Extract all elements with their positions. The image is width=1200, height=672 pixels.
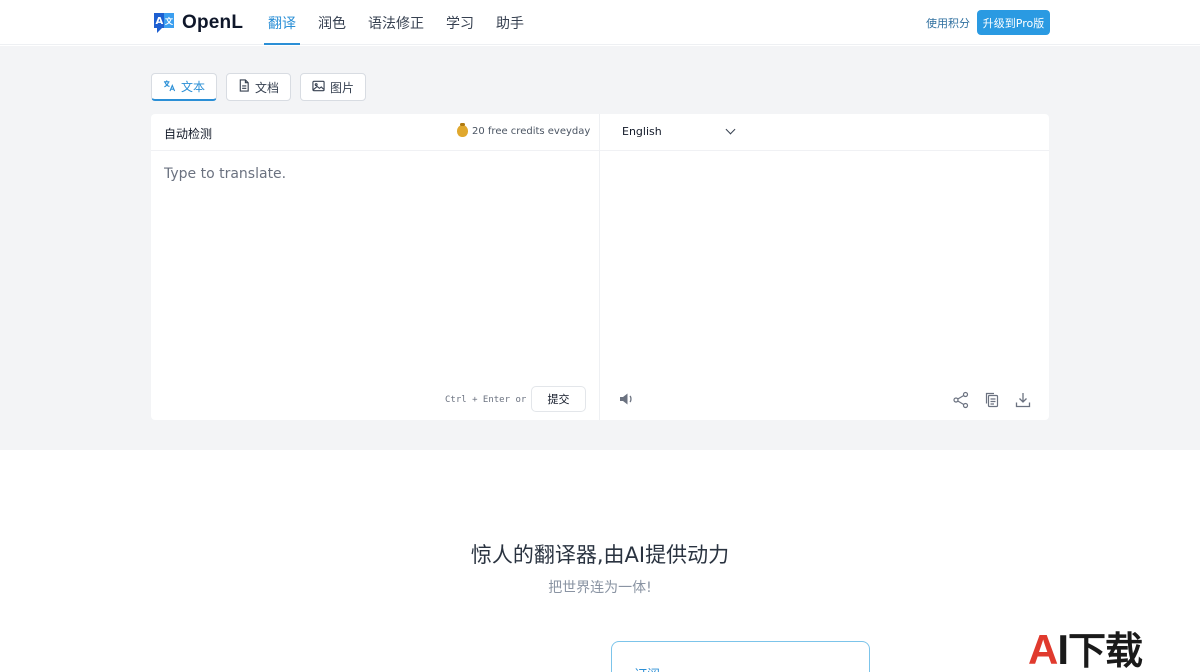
watermark-i: I [1057,626,1069,672]
nav-grammar[interactable]: 语法修正 [364,0,428,45]
share-icon[interactable] [952,391,970,409]
copy-icon[interactable] [983,391,1001,409]
download-icon[interactable] [1014,391,1032,409]
hero-title: 惊人的翻译器,由AI提供动力 [470,543,730,567]
translator-workspace: 文本 文档 图片 自动检测 20 free credits eveyday Ty… [0,46,1200,450]
tab-text-label: 文本 [181,80,206,94]
source-text-input[interactable] [164,166,584,366]
tab-text[interactable]: 文本 [151,73,218,101]
feature-card[interactable]: 订阅 [611,641,870,672]
submit-button[interactable]: 提交 [531,386,586,412]
site-watermark: A I 下载 [1028,620,1143,672]
target-pane-header: English [600,114,1049,151]
translation-panel: 自动检测 20 free credits eveyday Ctrl + Ente… [151,114,1049,420]
image-icon [312,80,325,95]
logo-text: OpenL [182,12,244,33]
shortcut-hint: Ctrl + Enter or [445,395,527,405]
chevron-down-icon [725,124,736,135]
source-pane-header: 自动检测 20 free credits eveyday [151,114,599,151]
logo[interactable]: A 文 OpenL [152,11,243,35]
source-pane: 自动检测 20 free credits eveyday Ctrl + Ente… [151,114,600,420]
source-language-selector[interactable]: 自动检测 [164,125,212,142]
nav-polish[interactable]: 润色 [314,0,350,45]
svg-text:A: A [156,16,164,27]
main-nav: 翻译 润色 语法修正 学习 助手 [264,0,542,45]
use-credits-link[interactable]: 使用积分 [926,15,970,31]
target-language-label: English [622,125,662,138]
document-icon [238,79,250,95]
translate-icon [163,79,176,95]
tab-document[interactable]: 文档 [226,73,292,101]
openl-logo-icon: A 文 [152,11,176,35]
mode-tabs: 文本 文档 图片 [151,73,367,101]
top-header: A 文 OpenL 翻译 润色 语法修正 学习 助手 使用积分 升级到Pro版 [0,0,1200,45]
nav-assistant[interactable]: 助手 [492,0,528,45]
nav-learn[interactable]: 学习 [442,0,478,45]
feature-card-title: 订阅 [634,664,660,672]
free-credits-badge: 20 free credits eveyday [457,123,591,137]
nav-translate[interactable]: 翻译 [264,0,300,45]
svg-text:文: 文 [165,16,174,26]
speaker-icon[interactable] [618,390,636,408]
tab-document-label: 文档 [255,80,280,95]
tab-image-label: 图片 [330,80,355,95]
money-bag-icon [457,123,468,137]
watermark-cn: 下载 [1068,629,1143,672]
watermark-a: A [1028,626,1058,672]
hero-subtitle: 把世界连为一体! [548,580,652,596]
free-credits-text: 20 free credits eveyday [472,125,591,137]
tab-image[interactable]: 图片 [300,73,367,101]
upgrade-pro-button[interactable]: 升级到Pro版 [977,10,1050,35]
target-language-select[interactable]: English [622,124,736,138]
target-pane: English [600,114,1049,420]
